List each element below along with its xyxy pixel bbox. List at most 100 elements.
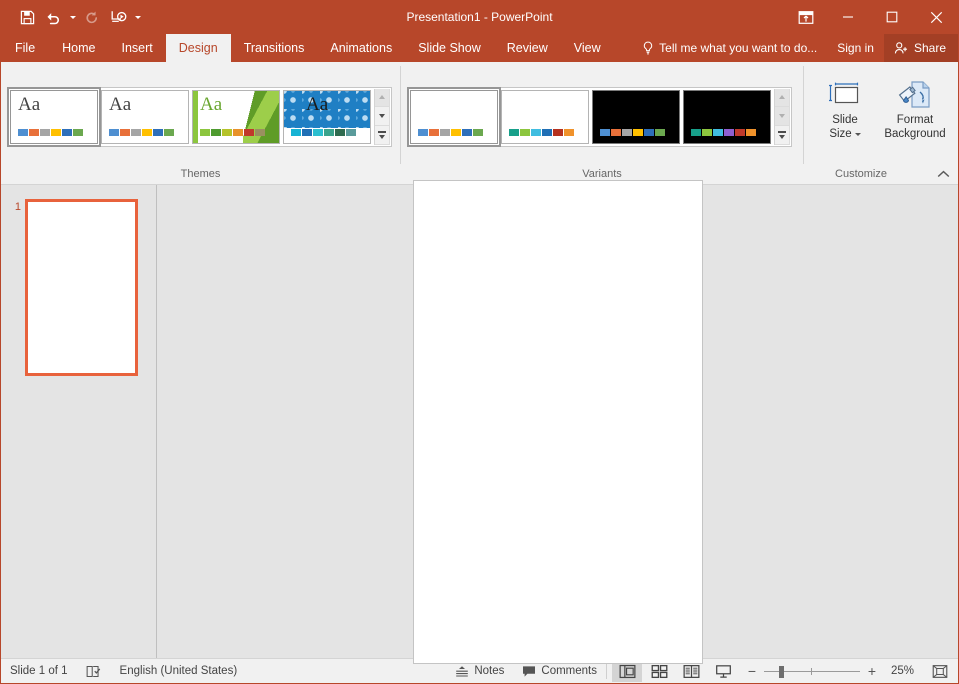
tab-animations[interactable]: Animations [317, 34, 405, 62]
variant-item-1[interactable] [407, 86, 501, 147]
swatch [655, 128, 665, 136]
thumbnail-row: 1 [1, 199, 156, 376]
swatch [109, 128, 119, 136]
swatch [62, 128, 72, 136]
swatch [120, 128, 130, 136]
theme-item-office[interactable]: Aa [7, 86, 101, 147]
tell-me-box[interactable]: Tell me what you want to do... [632, 34, 827, 62]
lightbulb-icon [642, 41, 654, 55]
zoom-slider[interactable] [764, 665, 860, 678]
quick-access-toolbar [1, 5, 143, 29]
theme-item-berlin[interactable]: Aa [283, 89, 371, 144]
variants-gallery-items [407, 86, 772, 147]
swatch [520, 128, 530, 136]
slide-editing-canvas[interactable] [412, 179, 703, 664]
close-button[interactable] [914, 0, 958, 34]
ribbon-display-options-icon[interactable] [786, 2, 826, 32]
theme-preview-text: Aa [109, 93, 132, 115]
tab-file[interactable]: File [1, 34, 49, 62]
theme-preview-text: Aa [18, 93, 41, 115]
swatch [222, 128, 232, 136]
zoom-in-button[interactable]: + [867, 664, 877, 678]
comments-label: Comments [541, 665, 597, 677]
variants-gallery-scroll [774, 88, 790, 145]
swatch [746, 128, 756, 136]
variant-swatches [600, 128, 665, 136]
slide-size-button[interactable]: Slide Size [814, 70, 876, 144]
slide-show-view-button[interactable] [708, 661, 738, 682]
slide-size-label-2: Size [829, 128, 852, 140]
save-icon[interactable] [15, 5, 39, 29]
swatch [244, 128, 254, 136]
format-background-button[interactable]: Format Background [876, 70, 954, 144]
swatch [702, 128, 712, 136]
variants-more-button[interactable] [775, 125, 790, 145]
theme-preview-text: Aa [306, 93, 329, 115]
tab-home[interactable]: Home [49, 34, 108, 62]
powerpoint-window: Presentation1 - PowerPoint File Home Ins… [0, 0, 959, 684]
tab-insert[interactable]: Insert [109, 34, 166, 62]
swatch [724, 128, 734, 136]
main-area: 1 [1, 179, 958, 664]
spellcheck-button[interactable] [77, 659, 111, 683]
variants-scroll-up-button[interactable] [775, 88, 790, 108]
ribbon-group-themes: Aa Aa Aa Aa Themes [1, 62, 400, 184]
chevron-down-icon [379, 114, 385, 118]
maximize-button[interactable] [870, 0, 914, 34]
redo-icon[interactable] [80, 5, 104, 29]
share-button[interactable]: Share [883, 34, 958, 62]
theme-item-facet[interactable]: Aa [192, 89, 280, 144]
swatch [153, 128, 163, 136]
ribbon-group-variants: Variants [401, 62, 803, 184]
swatch [302, 128, 312, 136]
fit-to-window-button[interactable] [926, 661, 954, 682]
format-background-icon [898, 77, 932, 113]
variants-scroll-down-button[interactable] [775, 107, 790, 126]
tab-view[interactable]: View [561, 34, 614, 62]
swatch [324, 128, 334, 136]
normal-view-button[interactable] [612, 660, 642, 682]
tab-slide-show[interactable]: Slide Show [405, 34, 494, 62]
variant-item-2[interactable] [501, 89, 589, 144]
variant-item-4[interactable] [683, 89, 771, 144]
chevron-down-icon [854, 133, 861, 136]
slide-count-label[interactable]: Slide 1 of 1 [1, 659, 77, 683]
more-icon [778, 130, 786, 139]
slide-thumbnail-1[interactable] [25, 199, 138, 376]
swatch [462, 128, 472, 136]
theme-preview-text: Aa [200, 93, 223, 115]
swatch [713, 128, 723, 136]
variant-swatches [509, 128, 574, 136]
undo-icon[interactable] [41, 5, 65, 29]
person-add-icon [894, 41, 909, 55]
zoom-slider-thumb[interactable] [779, 665, 784, 678]
slide-sorter-view-button[interactable] [644, 661, 674, 682]
swatch [291, 128, 301, 136]
sign-in-button[interactable]: Sign in [827, 34, 884, 62]
themes-scroll-up-button[interactable] [375, 88, 390, 108]
reading-view-button[interactable] [676, 661, 706, 682]
ribbon: Aa Aa Aa Aa Themes Variants Slide Size F… [1, 62, 958, 185]
ribbon-tab-strip: File Home Insert Design Transitions Anim… [1, 34, 958, 62]
variant-item-3[interactable] [592, 89, 680, 144]
themes-gallery-items: Aa Aa Aa Aa [7, 86, 372, 147]
customize-quick-access-toolbar-icon[interactable] [132, 5, 143, 29]
tab-design[interactable]: Design [165, 34, 231, 62]
themes-gallery: Aa Aa Aa Aa [7, 86, 392, 147]
themes-scroll-down-button[interactable] [375, 107, 390, 126]
theme-item-office-2[interactable]: Aa [101, 89, 189, 144]
minimize-button[interactable] [826, 0, 870, 34]
tab-transitions[interactable]: Transitions [231, 34, 318, 62]
zoom-out-button[interactable]: − [747, 664, 757, 678]
more-icon [378, 130, 386, 139]
ribbon-group-customize: Slide Size Format Background Customize [804, 62, 958, 184]
collapse-ribbon-button[interactable] [934, 166, 952, 182]
themes-gallery-scroll [374, 88, 390, 145]
undo-dropdown-icon[interactable] [67, 5, 78, 29]
zoom-level-label[interactable]: 25% [884, 665, 914, 677]
swatch [313, 128, 323, 136]
start-from-beginning-icon[interactable] [106, 5, 130, 29]
tab-review[interactable]: Review [494, 34, 561, 62]
language-label[interactable]: English (United States) [111, 659, 247, 683]
themes-more-button[interactable] [375, 125, 390, 145]
